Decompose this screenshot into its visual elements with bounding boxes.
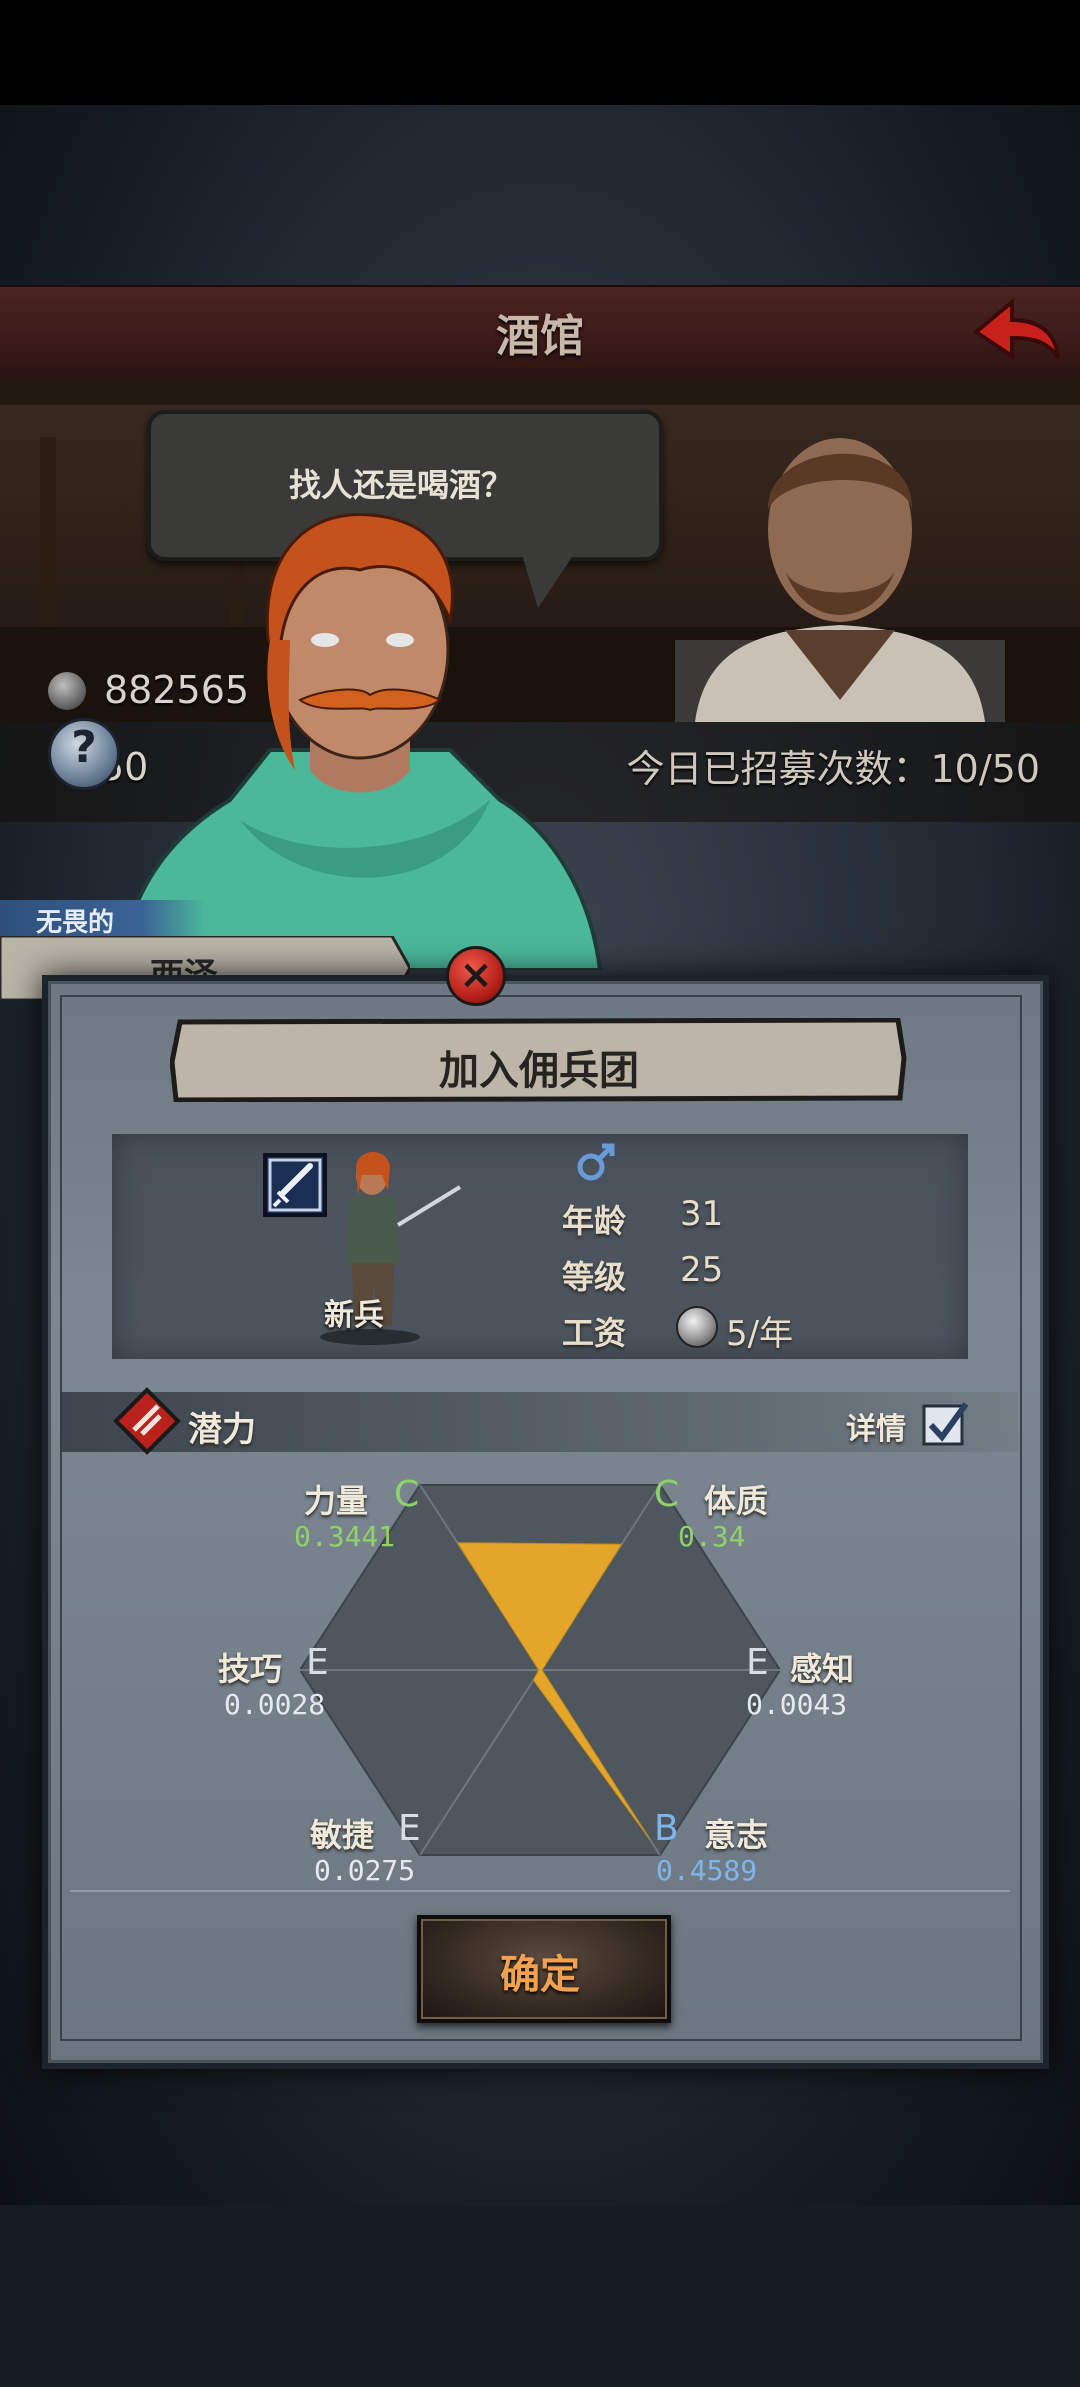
attr-constitution-name: 体质 (704, 1482, 769, 1520)
mercenary-title: 无畏的 (36, 908, 115, 938)
bartender-portrait (675, 438, 1005, 722)
male-icon (577, 1143, 615, 1181)
wage-label: 工资 (562, 1314, 627, 1352)
recruit-count-text: 今日已招募次数：10/50 (626, 747, 1040, 791)
confirm-label: 确定 (500, 1952, 580, 1998)
mercenary-info-box (112, 1134, 968, 1359)
attr-perception-grade: E (746, 1642, 769, 1683)
attr-agility-value: 0.0275 (314, 1854, 416, 1887)
wage-value: 5/年 (726, 1314, 794, 1354)
attr-strength-name: 力量 (304, 1482, 369, 1520)
attr-skill-grade: E (306, 1642, 329, 1683)
age-value: 31 (680, 1194, 724, 1234)
attr-will-grade: B (654, 1808, 679, 1849)
age-label: 年龄 (562, 1202, 627, 1240)
silver-coin-icon (676, 1306, 718, 1348)
back-arrow-icon[interactable] (968, 292, 1064, 372)
attr-will-value: 0.4589 (656, 1854, 758, 1887)
attr-strength-grade: C (394, 1474, 420, 1515)
attr-skill-name: 技巧 (218, 1650, 283, 1688)
attr-constitution-grade: C (654, 1474, 680, 1515)
attr-agility-grade: E (398, 1808, 421, 1849)
details-checkbox[interactable] (920, 1398, 970, 1448)
level-label: 等级 (562, 1258, 627, 1296)
silver-coin-icon (48, 672, 86, 710)
rank-label: 新兵 (324, 1298, 384, 1333)
attr-constitution-value: 0.34 (678, 1520, 746, 1553)
potential-icon (113, 1387, 181, 1455)
join-title: 加入佣兵团 (439, 1048, 639, 1094)
attr-perception-value: 0.0043 (746, 1688, 848, 1721)
attr-will-name: 意志 (704, 1816, 769, 1854)
attr-skill-value: 0.0028 (224, 1688, 326, 1721)
panel-divider (70, 1890, 1010, 1892)
details-label: 详情 (846, 1412, 906, 1447)
attr-agility-name: 敏捷 (310, 1816, 375, 1854)
page-title: 酒馆 (496, 311, 584, 362)
status-bar-area (0, 0, 1080, 105)
nav-bar-area (0, 2205, 1080, 2387)
potential-label: 潜力 (188, 1410, 256, 1450)
question-mark-icon: ? (71, 722, 97, 773)
attr-strength-value: 0.3441 (294, 1520, 396, 1553)
level-value: 25 (680, 1250, 724, 1290)
attr-perception-name: 感知 (790, 1650, 855, 1688)
close-icon: × (459, 952, 493, 998)
